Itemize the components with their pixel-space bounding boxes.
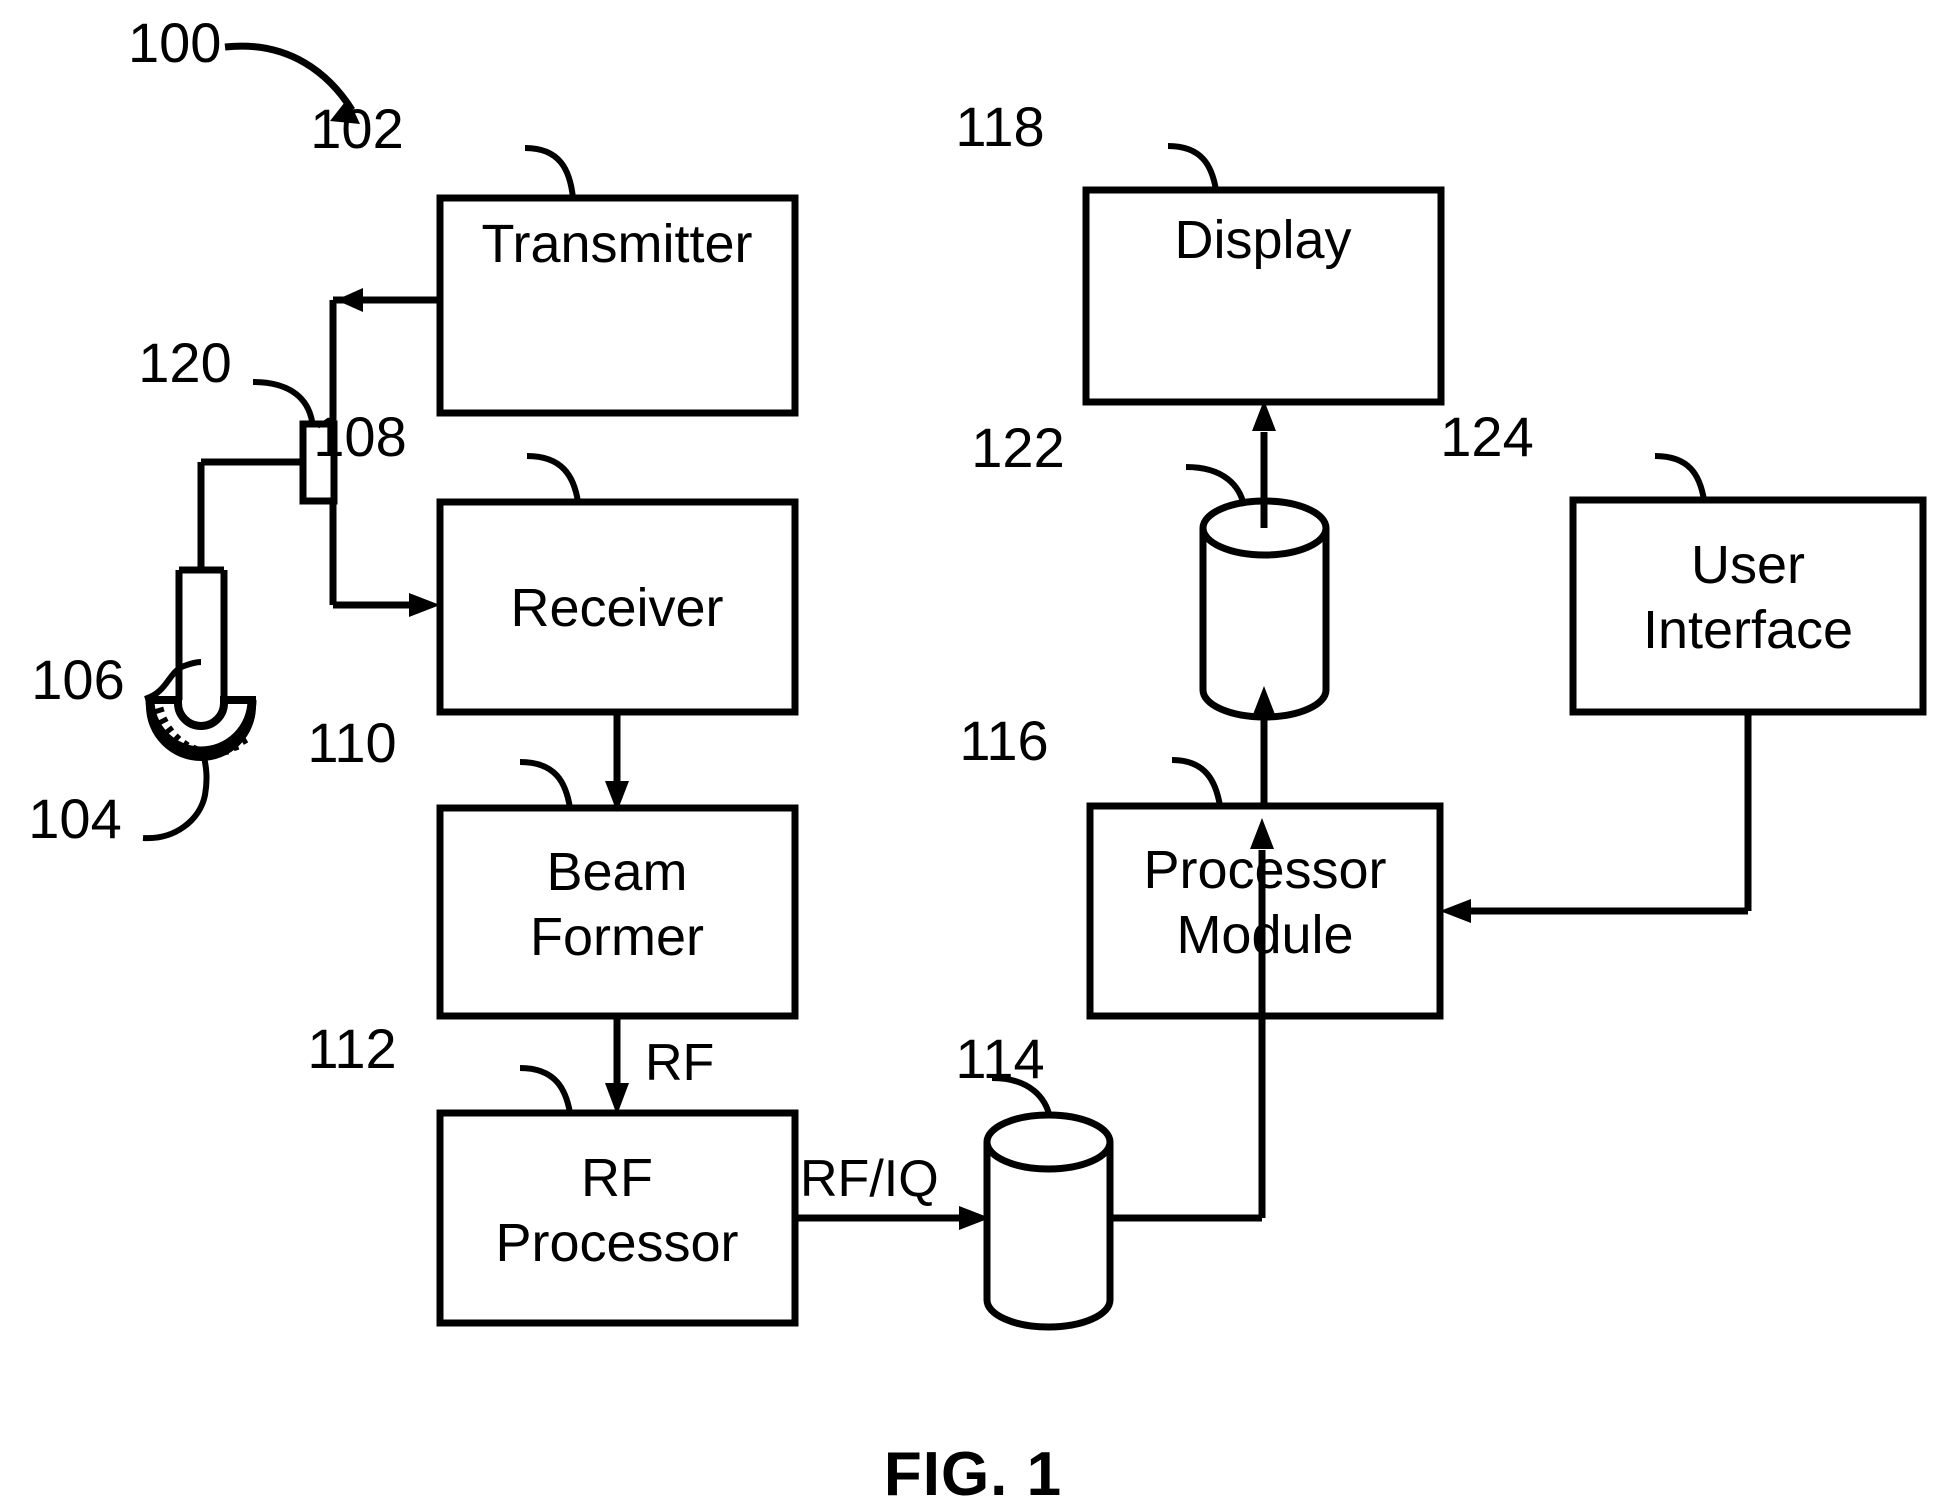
leader-112 — [519, 1065, 573, 1114]
ref-120: 120 — [138, 331, 231, 394]
ref-118: 118 — [955, 95, 1044, 158]
ref-114: 114 — [955, 1027, 1044, 1090]
beam-former-label-line2: Former — [530, 907, 704, 967]
leader-122 — [1185, 464, 1247, 507]
wire-memory-to-display — [1252, 400, 1276, 528]
leader-116 — [1171, 757, 1223, 807]
user-interface-label-line1: User — [1691, 535, 1805, 595]
wire-beamformer-to-rfprocessor — [605, 1016, 629, 1115]
ref-102: 102 — [310, 97, 403, 160]
block-diagram: 100 Transmitter Receiver Beam Former RF … — [28, 11, 1927, 1509]
ref-116: 116 — [959, 709, 1048, 772]
wire-receiver-to-beamformer — [605, 712, 629, 812]
wire-probe-to-switch — [197, 458, 303, 570]
user-interface-label-line2: Interface — [1643, 600, 1853, 660]
leader-102 — [524, 145, 576, 199]
processor-module-label-line1: Processor — [1143, 840, 1386, 900]
beam-former-label-line1: Beam — [546, 842, 687, 902]
leader-108 — [526, 453, 581, 503]
ref-112: 112 — [307, 1017, 396, 1080]
wire-processor-to-memory — [1252, 686, 1276, 806]
rf-processor-label-line1: RF — [581, 1148, 653, 1208]
ref-108: 108 — [313, 405, 406, 468]
ref-104: 104 — [28, 787, 121, 850]
receiver-label: Receiver — [510, 578, 723, 638]
image-memory-cylinder — [1199, 497, 1330, 721]
rf-iq-buffer-cylinder — [983, 1111, 1114, 1331]
wire-switch-to-receiver — [329, 501, 440, 617]
wire-rfprocessor-to-buffer — [795, 1206, 990, 1230]
ref-106: 106 — [31, 648, 124, 711]
leader-120 — [252, 379, 315, 422]
rf-processor-label-line2: Processor — [495, 1213, 738, 1273]
leader-110 — [519, 759, 573, 809]
ref-124: 124 — [1440, 405, 1533, 468]
ref-122: 122 — [971, 416, 1064, 479]
ref-110: 110 — [307, 711, 396, 774]
wire-userinterface-to-processor — [1440, 712, 1752, 923]
leader-104-visible — [142, 756, 210, 842]
figure-caption: FIG. 1 — [884, 1440, 1062, 1509]
leader-118 — [1167, 143, 1219, 191]
ref-100: 100 — [128, 11, 221, 74]
leader-124 — [1654, 453, 1707, 501]
transmitter-label: Transmitter — [481, 214, 752, 274]
edge-label-rf: RF — [645, 1034, 714, 1092]
display-label: Display — [1174, 210, 1351, 270]
processor-module-label-line2: Module — [1176, 905, 1353, 965]
probe-body — [175, 566, 228, 700]
edge-label-rf-iq: RF/IQ — [800, 1150, 939, 1208]
transducer-array — [145, 696, 257, 761]
figure-canvas: 100 Transmitter Receiver Beam Former RF … — [0, 0, 1946, 1511]
